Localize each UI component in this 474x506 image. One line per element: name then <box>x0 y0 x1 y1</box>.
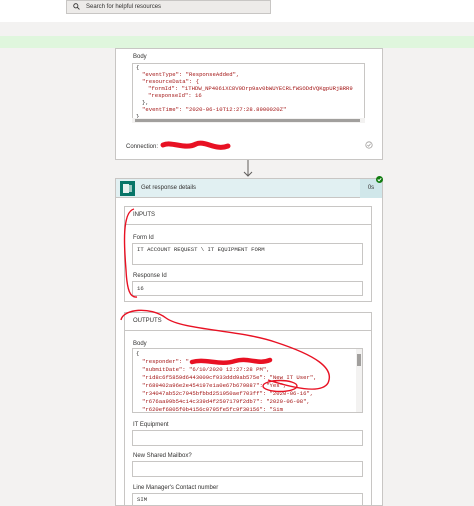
red-annotations <box>120 140 330 393</box>
annotation-loop <box>123 208 138 298</box>
redaction-mark <box>189 357 273 365</box>
annotation-loop <box>120 309 330 390</box>
redaction-mark <box>160 140 231 150</box>
